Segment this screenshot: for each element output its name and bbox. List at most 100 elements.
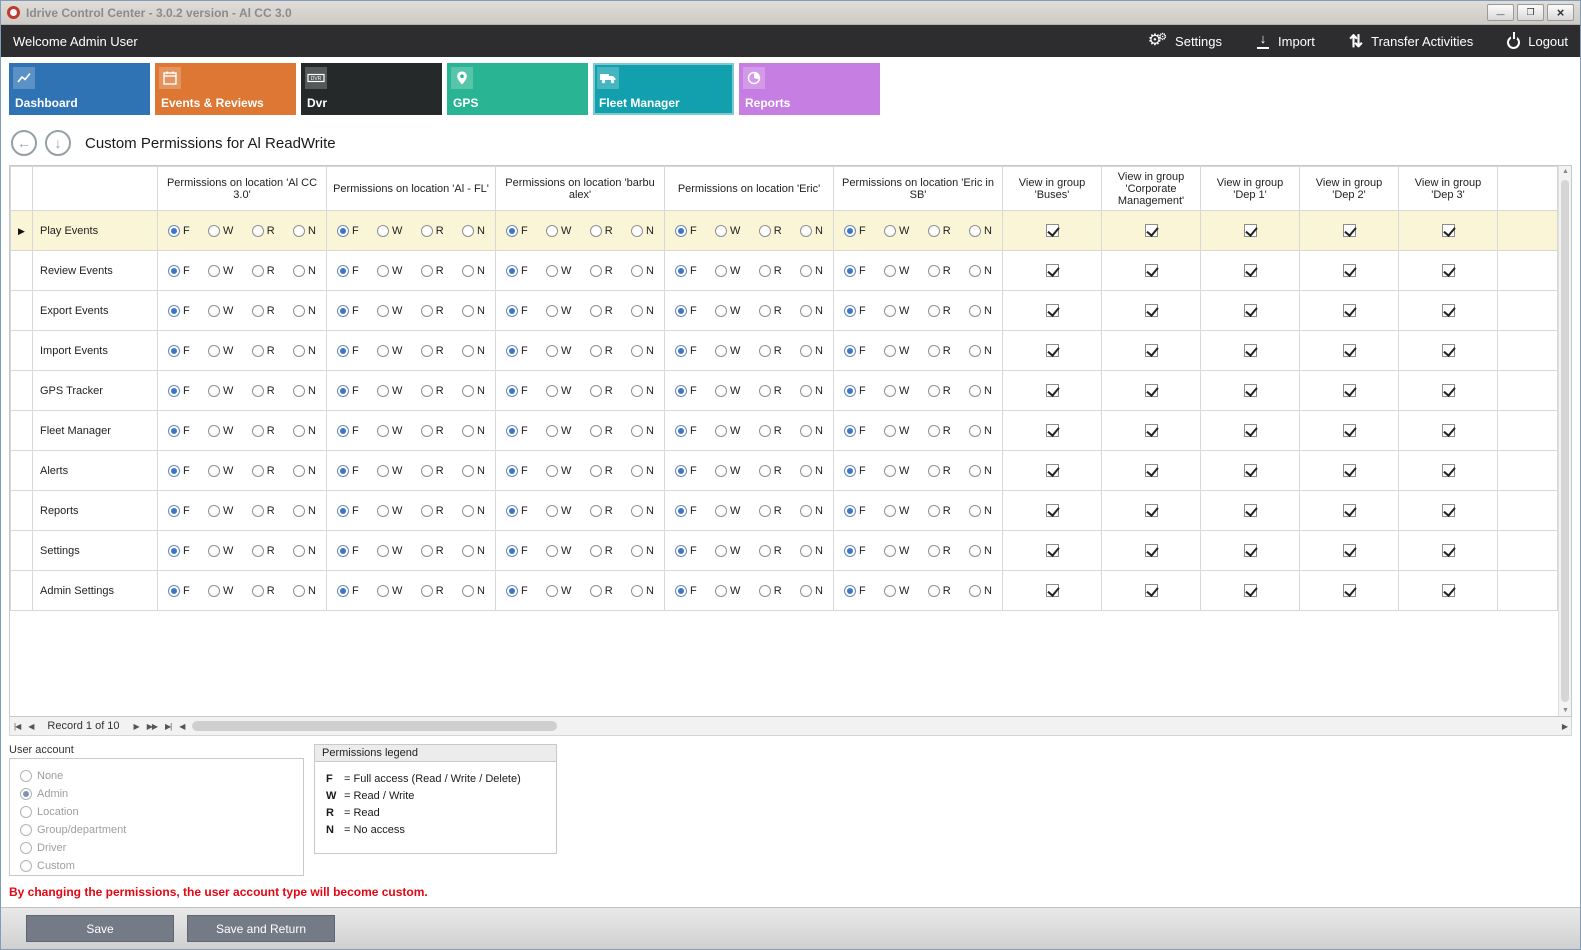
permission-radio[interactable] [800, 465, 812, 477]
permission-radio[interactable] [462, 545, 474, 557]
tab-dashboard[interactable]: Dashboard [9, 63, 150, 115]
permission-radio[interactable] [675, 425, 687, 437]
permission-radio[interactable] [759, 345, 771, 357]
permission-radio[interactable] [800, 385, 812, 397]
permission-radio[interactable] [421, 385, 433, 397]
permission-radio[interactable] [884, 305, 896, 317]
permission-radio[interactable] [928, 425, 940, 437]
row-label[interactable]: Play Events [33, 211, 158, 251]
permission-radio[interactable] [759, 545, 771, 557]
permission-radio[interactable] [884, 505, 896, 517]
action-settings[interactable]: Settings [1148, 33, 1222, 49]
group-checkbox[interactable] [1244, 344, 1257, 357]
user-account-radio[interactable] [20, 806, 32, 818]
permission-radio[interactable] [844, 505, 856, 517]
permission-radio[interactable] [969, 465, 981, 477]
permission-radio[interactable] [421, 345, 433, 357]
permission-radio[interactable] [631, 385, 643, 397]
user-account-radio[interactable] [20, 824, 32, 836]
tab-reports[interactable]: Reports [739, 63, 880, 115]
group-checkbox[interactable] [1442, 344, 1455, 357]
permission-radio[interactable] [590, 585, 602, 597]
row-label[interactable]: GPS Tracker [33, 371, 158, 411]
permission-radio[interactable] [928, 265, 940, 277]
permission-radio[interactable] [884, 385, 896, 397]
permission-radio[interactable] [715, 505, 727, 517]
permission-radio[interactable] [675, 225, 687, 237]
permission-radio[interactable] [208, 585, 220, 597]
permission-radio[interactable] [506, 545, 518, 557]
permission-radio[interactable] [168, 505, 180, 517]
permission-radio[interactable] [506, 425, 518, 437]
group-checkbox[interactable] [1343, 304, 1356, 317]
permission-radio[interactable] [546, 225, 558, 237]
group-checkbox[interactable] [1343, 544, 1356, 557]
permission-radio[interactable] [252, 345, 264, 357]
group-checkbox[interactable] [1442, 544, 1455, 557]
permission-radio[interactable] [293, 345, 305, 357]
permission-radio[interactable] [675, 305, 687, 317]
permission-radio[interactable] [759, 265, 771, 277]
permission-radio[interactable] [546, 545, 558, 557]
permission-radio[interactable] [252, 385, 264, 397]
permission-radio[interactable] [631, 265, 643, 277]
permission-radio[interactable] [590, 425, 602, 437]
next-page-icon[interactable] [147, 722, 157, 731]
permission-radio[interactable] [168, 465, 180, 477]
permission-radio[interactable] [252, 425, 264, 437]
maximize-icon[interactable] [1517, 4, 1544, 21]
permission-radio[interactable] [168, 225, 180, 237]
permission-radio[interactable] [844, 585, 856, 597]
permission-radio[interactable] [546, 345, 558, 357]
permission-radio[interactable] [293, 385, 305, 397]
permission-radio[interactable] [590, 265, 602, 277]
permission-radio[interactable] [715, 425, 727, 437]
permission-radio[interactable] [252, 265, 264, 277]
group-checkbox[interactable] [1145, 504, 1158, 517]
group-checkbox[interactable] [1244, 424, 1257, 437]
permission-radio[interactable] [546, 385, 558, 397]
permission-radio[interactable] [969, 425, 981, 437]
permission-radio[interactable] [884, 585, 896, 597]
permission-radio[interactable] [715, 465, 727, 477]
permission-radio[interactable] [377, 505, 389, 517]
permission-radio[interactable] [377, 465, 389, 477]
group-checkbox[interactable] [1145, 544, 1158, 557]
permission-radio[interactable] [462, 305, 474, 317]
permission-radio[interactable] [590, 305, 602, 317]
permission-radio[interactable] [928, 505, 940, 517]
permission-radio[interactable] [844, 545, 856, 557]
user-account-option-none[interactable]: None [20, 767, 293, 785]
group-checkbox[interactable] [1442, 504, 1455, 517]
permission-radio[interactable] [590, 345, 602, 357]
permission-radio[interactable] [631, 425, 643, 437]
permission-radio[interactable] [590, 385, 602, 397]
back-circle-icon[interactable] [11, 130, 37, 156]
permission-radio[interactable] [506, 225, 518, 237]
permission-radio[interactable] [208, 305, 220, 317]
group-checkbox[interactable] [1145, 424, 1158, 437]
permission-radio[interactable] [337, 425, 349, 437]
group-checkbox[interactable] [1244, 464, 1257, 477]
group-checkbox[interactable] [1343, 584, 1356, 597]
user-account-option-driver[interactable]: Driver [20, 839, 293, 857]
hscroll-right-icon[interactable] [1562, 722, 1567, 731]
group-checkbox[interactable] [1244, 504, 1257, 517]
permission-radio[interactable] [168, 425, 180, 437]
permission-radio[interactable] [208, 385, 220, 397]
permission-radio[interactable] [293, 545, 305, 557]
permission-radio[interactable] [208, 545, 220, 557]
permission-radio[interactable] [168, 345, 180, 357]
permission-radio[interactable] [168, 385, 180, 397]
permission-radio[interactable] [168, 545, 180, 557]
permission-radio[interactable] [421, 305, 433, 317]
permission-radio[interactable] [759, 425, 771, 437]
permission-radio[interactable] [377, 425, 389, 437]
permission-radio[interactable] [208, 265, 220, 277]
permission-radio[interactable] [377, 385, 389, 397]
group-checkbox[interactable] [1046, 584, 1059, 597]
permission-radio[interactable] [337, 585, 349, 597]
last-record-icon[interactable] [165, 722, 171, 731]
permission-radio[interactable] [631, 585, 643, 597]
tab-fleet-manager[interactable]: Fleet Manager [593, 63, 734, 115]
